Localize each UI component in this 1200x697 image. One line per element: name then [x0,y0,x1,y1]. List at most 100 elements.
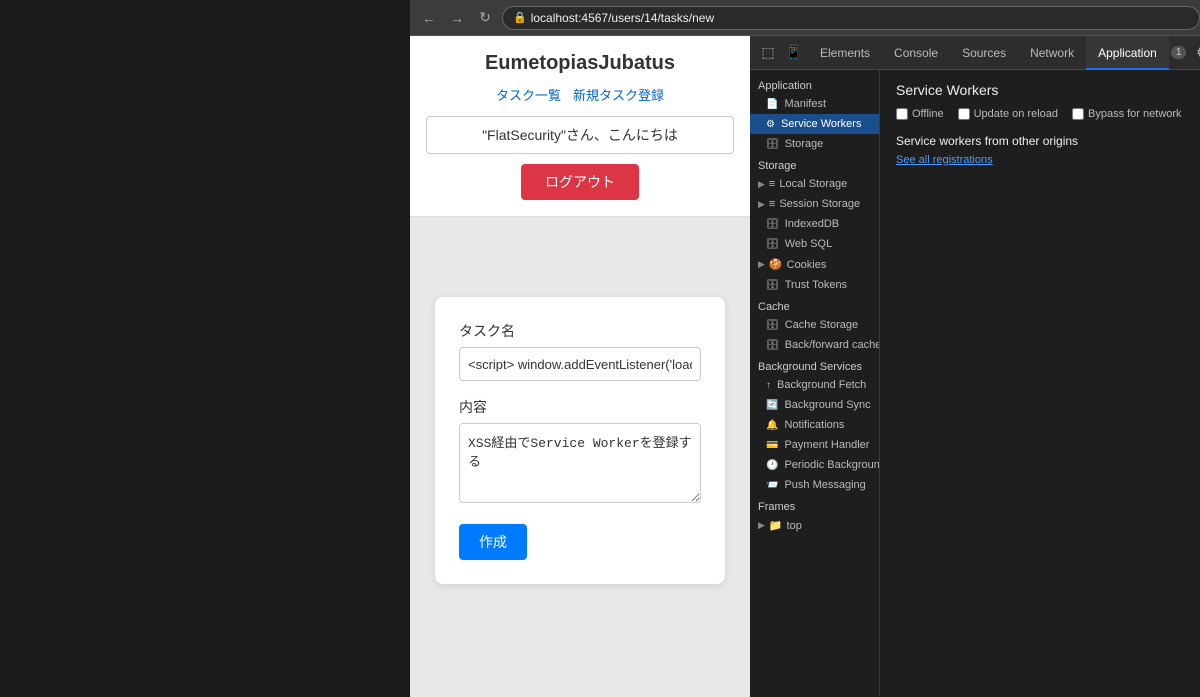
sidebar-web-sql[interactable]: 🗄 Web SQL [750,234,879,254]
frames-section-header: Frames [750,495,879,515]
sidebar-indexeddb[interactable]: 🗄 IndexedDB [750,214,879,234]
bypass-label: Bypass for network [1088,108,1182,120]
devtools-toolbar: ⬚ 📱 Elements Console Sources Network App… [750,36,1200,70]
address-bar[interactable]: 🔒 localhost:4567/users/14/tasks/new [502,6,1200,30]
page-title: EumetopiasJubatus [426,52,734,75]
devtools-body: Application 📄 Manifest ⚙ Service Workers… [750,70,1200,697]
greeting-box: "FlatSecurity"さん、こんにちは [426,116,734,154]
local-storage-label: Local Storage [779,178,847,190]
sidebar-item-manifest[interactable]: 📄 Manifest [750,94,879,114]
devtools-tabs: Elements Console Sources Network Applica… [808,36,1169,70]
service-workers-icon: ⚙ [766,119,775,130]
push-label: Push Messaging [784,479,865,491]
storage-section-header: Storage [750,154,879,174]
sidebar-periodic-bg-sync[interactable]: 🕐 Periodic Background Sync [750,455,879,475]
tab-application[interactable]: Application [1086,36,1169,70]
sidebar-local-storage[interactable]: ▶ ≡ Local Storage [750,174,879,194]
bg-sync-icon: 🔄 [766,400,778,411]
cache-storage-icon: 🗄 [766,320,779,331]
submit-button[interactable]: 作成 [459,524,527,560]
browser-content: EumetopiasJubatus タスク一覧 新規タスク登録 "FlatSec… [410,36,1200,697]
tab-elements[interactable]: Elements [808,36,882,70]
update-on-reload-option[interactable]: Update on reload [958,108,1058,120]
indexeddb-label: IndexedDB [785,218,839,230]
manifest-label: Manifest [784,98,826,110]
sidebar-trust-tokens[interactable]: 🗄 Trust Tokens [750,275,879,295]
page-nav: タスク一覧 新規タスク登録 [426,85,734,104]
address-text: localhost:4567/users/14/tasks/new [531,11,714,25]
bypass-network-option[interactable]: Bypass for network [1072,108,1182,120]
new-task-link[interactable]: 新規タスク登録 [573,85,664,104]
update-reload-label: Update on reload [974,108,1058,120]
update-reload-checkbox[interactable] [958,108,970,120]
payment-label: Payment Handler [784,439,869,451]
sidebar-bg-fetch[interactable]: ↑ Background Fetch [750,375,879,395]
sidebar-session-storage[interactable]: ▶ ≡ Session Storage [750,194,879,214]
frames-icon: 📁 [769,519,783,532]
sidebar-frames-top[interactable]: ▶ 📁 top [750,515,879,536]
sidebar-push-messaging[interactable]: 📨 Push Messaging [750,475,879,495]
bypass-checkbox[interactable] [1072,108,1084,120]
logout-button[interactable]: ログアウト [521,164,639,200]
trust-tokens-label: Trust Tokens [785,279,847,291]
settings-icon[interactable]: ⚙ [1190,41,1200,65]
task-name-input[interactable] [459,347,701,381]
cookies-icon: 🍪 [769,258,783,271]
badge-count: 1 [1171,46,1187,59]
backforward-cache-icon: 🗄 [766,340,779,351]
back-button[interactable]: ← [418,7,440,29]
push-icon: 📨 [766,480,778,491]
notifications-icon: 🔔 [766,420,778,431]
sidebar-item-service-workers[interactable]: ⚙ Service Workers [750,114,879,134]
application-section-header: Application [750,74,879,94]
sidebar-cookies[interactable]: ▶ 🍪 Cookies [750,254,879,275]
webpage: EumetopiasJubatus タスク一覧 新規タスク登録 "FlatSec… [410,36,750,697]
content-group: 内容 XSS経由でService Workerを登録する [459,397,701,508]
offline-label: Offline [912,108,944,120]
cache-storage-label: Cache Storage [785,319,858,331]
payment-icon: 💳 [766,440,778,451]
tab-console[interactable]: Console [882,36,950,70]
offline-checkbox[interactable] [896,108,908,120]
device-icon[interactable]: 📱 [782,41,806,65]
sidebar-payment-handler[interactable]: 💳 Payment Handler [750,435,879,455]
cookies-label: Cookies [787,259,827,271]
webpage-header: EumetopiasJubatus タスク一覧 新規タスク登録 "FlatSec… [410,36,750,217]
lock-icon: 🔒 [513,11,527,24]
sidebar-cache-storage[interactable]: 🗄 Cache Storage [750,315,879,335]
bg-services-section-header: Background Services [750,355,879,375]
sidebar-backforward-cache[interactable]: 🗄 Back/forward cache [750,335,879,355]
webpage-body: タスク名 内容 XSS経由でService Workerを登録する 作成 [410,217,750,697]
sidebar-item-storage[interactable]: 🗄 Storage [750,134,879,154]
devtools-toolbar-right: 1 ⚙ ⋮ ✕ [1171,41,1200,65]
storage-label: Storage [785,138,824,150]
sidebar-notifications[interactable]: 🔔 Notifications [750,415,879,435]
frames-label: top [787,520,802,532]
left-panel [0,0,410,697]
sidebar-bg-sync[interactable]: 🔄 Background Sync [750,395,879,415]
sw-from-origins: Service workers from other origins [896,134,1200,148]
app-sidebar: Application 📄 Manifest ⚙ Service Workers… [750,70,880,697]
chevron-icon-2: ▶ [758,199,765,210]
reload-button[interactable]: ↻ [474,7,496,29]
inspect-icon[interactable]: ⬚ [756,41,780,65]
see-all-registrations-link[interactable]: See all registrations [896,154,1200,166]
app-main-panel: Service Workers Offline Update on reload [880,70,1200,697]
forward-button[interactable]: → [446,7,468,29]
bg-fetch-label: Background Fetch [777,379,866,391]
content-label: 内容 [459,397,701,417]
web-sql-label: Web SQL [785,238,833,250]
tab-network[interactable]: Network [1018,36,1086,70]
chevron-icon: ▶ [758,179,765,190]
task-list-link[interactable]: タスク一覧 [496,85,561,104]
content-textarea[interactable]: XSS経由でService Workerを登録する [459,423,701,503]
offline-option[interactable]: Offline [896,108,944,120]
session-storage-label: Session Storage [779,198,860,210]
tab-sources[interactable]: Sources [950,36,1018,70]
periodic-sync-label: Periodic Background Sync [784,459,879,471]
backforward-cache-label: Back/forward cache [785,339,879,351]
task-name-group: タスク名 [459,321,701,381]
web-sql-icon: 🗄 [766,239,779,250]
notifications-label: Notifications [784,419,844,431]
bg-fetch-icon: ↑ [766,380,771,391]
